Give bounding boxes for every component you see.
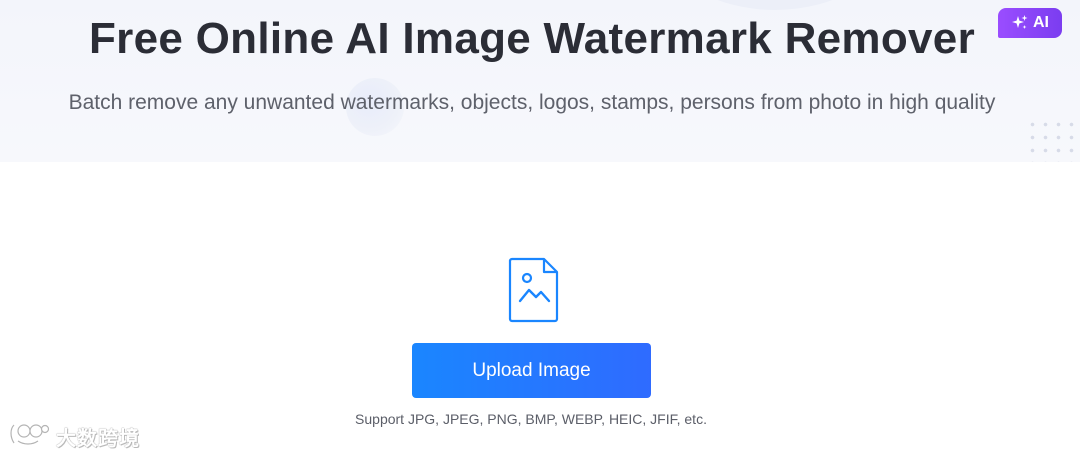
hero-section: Free Online AI Image Watermark Remover A… bbox=[0, 0, 1080, 162]
supported-formats-text: Support JPG, JPEG, PNG, BMP, WEBP, HEIC,… bbox=[355, 411, 707, 427]
page-title: Free Online AI Image Watermark Remover bbox=[88, 14, 975, 63]
ai-badge: AI bbox=[998, 8, 1062, 38]
sparkle-icon bbox=[1011, 14, 1029, 32]
page: Free Online AI Image Watermark Remover A… bbox=[0, 0, 1080, 456]
image-file-icon bbox=[508, 257, 560, 323]
watermark: 大数跨境 bbox=[8, 422, 140, 450]
page-subtitle: Batch remove any unwanted watermarks, ob… bbox=[68, 91, 996, 114]
logo-icon bbox=[8, 421, 50, 452]
decorative-dots bbox=[1026, 118, 1080, 162]
decorative-circle bbox=[660, 0, 890, 10]
upload-image-button[interactable]: Upload Image bbox=[412, 343, 651, 398]
watermark-text: 大数跨境 bbox=[56, 427, 140, 450]
ai-badge-label: AI bbox=[1033, 14, 1049, 31]
